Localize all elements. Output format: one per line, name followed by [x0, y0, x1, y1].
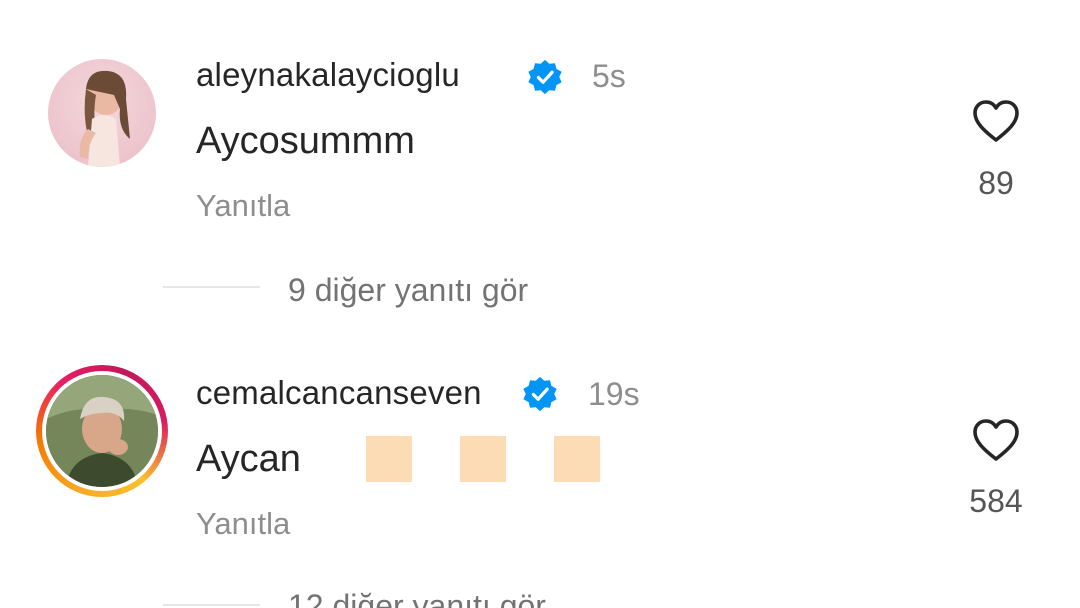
comment-item [0, 330, 1080, 608]
like-count: 584 [969, 483, 1023, 519]
comment-item: aleynakalaycioglu 5s Aycosummm Yanıtla 8… [0, 0, 1080, 330]
view-replies-button[interactable]: 12 diğer yanıtı gör [288, 588, 546, 608]
avatar-photo [46, 375, 158, 487]
verified-badge-icon [523, 376, 557, 412]
emoji-placeholder [366, 436, 412, 482]
avatar[interactable] [46, 375, 158, 487]
verified-badge-icon [528, 59, 562, 95]
comments-screen: aleynakalaycioglu 5s Aycosummm Yanıtla 8… [0, 0, 1080, 608]
reply-button[interactable]: Yanıtla [196, 506, 290, 542]
heart-outline-icon[interactable] [971, 417, 1021, 463]
heart-outline-icon[interactable] [971, 98, 1021, 144]
like-count: 89 [978, 165, 1014, 201]
emoji-placeholder [554, 436, 600, 482]
comment-time: 5s [592, 58, 626, 94]
comment-time: 19s [588, 376, 640, 412]
comment-text: Aycan [196, 438, 301, 480]
username[interactable]: aleynakalaycioglu [196, 56, 460, 94]
view-replies-button[interactable]: 9 diğer yanıtı gör [288, 272, 528, 309]
username[interactable]: cemalcancanseven [196, 374, 482, 412]
avatar-photo [79, 70, 130, 167]
comment-text: Aycosummm [196, 120, 415, 162]
emoji-placeholder [460, 436, 506, 482]
replies-divider [163, 286, 260, 288]
replies-divider [163, 604, 260, 606]
avatar[interactable] [48, 59, 156, 167]
reply-button[interactable]: Yanıtla [196, 188, 290, 224]
